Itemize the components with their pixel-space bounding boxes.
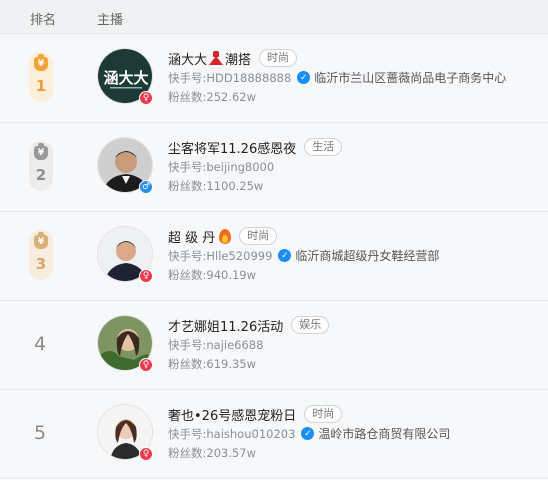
host-column-header: 主播 [97, 13, 124, 28]
female-symbol-icon: ♀ [139, 447, 153, 461]
female-symbol-icon: ♀ [139, 358, 153, 372]
rank-number: 2 [35, 166, 47, 184]
table-row[interactable]: ¥ 3 ♀ 超 级 丹 时尚 快手号: Hlle520999 ✓ 临沂商城超级丹… [0, 212, 548, 301]
fans-label: 粉丝数: [168, 89, 207, 104]
host-name[interactable]: 涵大大 [168, 49, 207, 68]
host-info: 才艺娜姐11.26活动 娱乐 快手号: najie6688 粉丝数: 619.3… [168, 315, 540, 373]
silver-medal: ¥ 2 [29, 141, 53, 191]
rank-number: 1 [35, 77, 47, 95]
money-bag-icon: ¥ [34, 143, 48, 160]
kuaishou-id: haishou010203 [206, 426, 296, 441]
company-name: 临沂市兰山区蔷薇尚品电子商务中心 [314, 71, 507, 85]
host-name-suffix: 潮搭 [225, 52, 252, 68]
avatar-logo-text: 涵大大 [103, 69, 148, 87]
fans-count: 940.19w [206, 267, 257, 282]
female-symbol-icon: ♀ [139, 269, 153, 283]
company-name: 临沂商城超级丹女鞋经营部 [295, 249, 440, 263]
fans-count: 619.35w [206, 356, 257, 371]
fans-label: 粉丝数: [168, 445, 207, 460]
verified-check-icon: ✓ [278, 249, 292, 262]
id-label: 快手号: [168, 248, 207, 263]
host-info: 超 级 丹 时尚 快手号: Hlle520999 ✓ 临沂商城超级丹女鞋经营部 … [168, 226, 540, 284]
gold-medal: ¥ 1 [29, 52, 53, 102]
kuaishou-id: Hlle520999 [206, 248, 273, 263]
verified-check-icon: ✓ [297, 71, 311, 84]
table-header: 排名 主播 [0, 0, 548, 34]
male-symbol-icon: ♂ [139, 180, 153, 194]
id-label: 快手号: [168, 337, 207, 352]
category-tag: 时尚 [259, 49, 298, 67]
fans-count: 1100.25w [206, 178, 264, 193]
ranking-list: ¥ 1 涵大大 ♀ 涵大大 潮搭 时尚 快手号: HDD18888888 ✓ 临… [0, 34, 548, 479]
host-name[interactable]: 才艺娜姐11.26活动 [168, 316, 283, 335]
money-bag-icon: ¥ [34, 232, 48, 249]
host-name[interactable]: 超 级 丹 [168, 227, 215, 246]
host-info: 尘客将军11.26感恩夜 生活 快手号: beijing8000 粉丝数: 11… [168, 137, 540, 195]
table-row[interactable]: 4 ♀ 才艺娜姐11.26活动 娱乐 快手号: najie6688 粉丝数: 6… [0, 301, 548, 390]
dress-emoji-icon [209, 50, 224, 66]
host-name[interactable]: 尘客将军11.26感恩夜 [168, 138, 296, 157]
money-bag-icon: ¥ [34, 54, 48, 71]
host-info: 涵大大 潮搭 时尚 快手号: HDD18888888 ✓ 临沂市兰山区蔷薇尚品电… [168, 48, 540, 106]
host-info: 奢也•26号感恩宠粉日 时尚 快手号: haishou010203 ✓ 温岭市路… [168, 404, 540, 462]
fans-label: 粉丝数: [168, 356, 207, 371]
rank-number: 5 [34, 422, 47, 444]
table-row[interactable]: ¥ 1 涵大大 ♀ 涵大大 潮搭 时尚 快手号: HDD18888888 ✓ 临… [0, 34, 548, 123]
category-tag: 时尚 [304, 405, 343, 423]
category-tag: 娱乐 [291, 316, 330, 334]
kuaishou-id: beijing8000 [206, 159, 275, 174]
category-tag: 时尚 [239, 227, 278, 245]
fans-count: 203.57w [206, 445, 257, 460]
id-label: 快手号: [168, 426, 207, 441]
rank-column-header: 排名 [30, 13, 57, 28]
fans-label: 粉丝数: [168, 267, 207, 282]
fire-emoji-icon [219, 228, 232, 244]
fans-count: 252.62w [206, 89, 257, 104]
id-label: 快手号: [168, 70, 207, 85]
host-name[interactable]: 奢也•26号感恩宠粉日 [168, 405, 296, 424]
fans-label: 粉丝数: [168, 178, 207, 193]
bronze-medal: ¥ 3 [29, 230, 53, 280]
rank-number: 3 [35, 255, 47, 273]
category-tag: 生活 [304, 138, 343, 156]
company-name: 温岭市路仓商贸有限公司 [318, 427, 451, 441]
table-row[interactable]: 5 ♀ 奢也•26号感恩宠粉日 时尚 快手号: haishou010203 ✓ … [0, 390, 548, 479]
kuaishou-id: najie6688 [206, 337, 264, 352]
female-symbol-icon: ♀ [139, 91, 153, 105]
id-label: 快手号: [168, 159, 207, 174]
rank-number: 4 [34, 333, 47, 355]
verified-check-icon: ✓ [301, 427, 315, 440]
table-row[interactable]: ¥ 2 ♂ 尘客将军11.26感恩夜 生活 快手号: beijing8000 粉… [0, 123, 548, 212]
kuaishou-id: HDD18888888 [206, 70, 292, 85]
